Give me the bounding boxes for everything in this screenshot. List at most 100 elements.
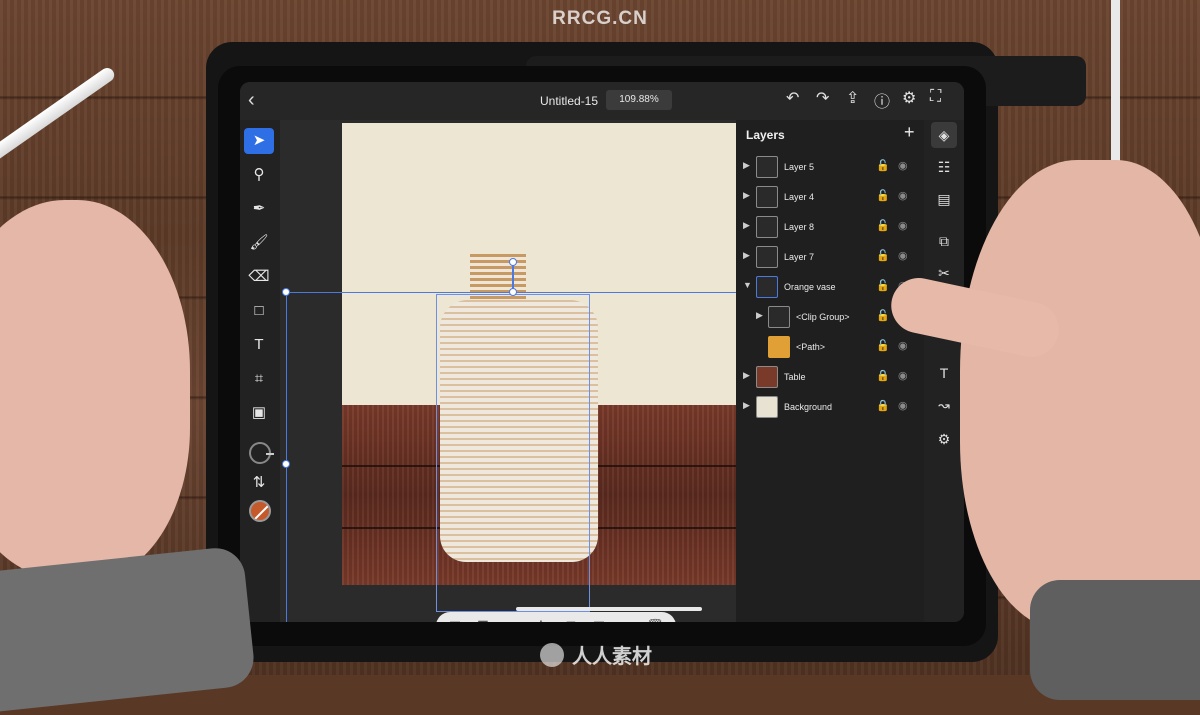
- add-layer-icon[interactable]: +: [904, 122, 915, 143]
- layer-row[interactable]: ▶ Layer 7 🔓 ◉: [736, 244, 924, 272]
- left-hand: [0, 200, 190, 580]
- arrange-icon[interactable]: ⧉: [931, 228, 957, 254]
- layer-thumbnail: [756, 366, 778, 388]
- minus-icon[interactable]: [249, 442, 274, 464]
- layer-row[interactable]: ▶ Background 🔒 ◉: [736, 394, 924, 422]
- handle-left[interactable]: [282, 460, 290, 468]
- handle-top-left[interactable]: [282, 288, 290, 296]
- unlock-icon[interactable]: 🔓: [876, 339, 890, 352]
- properties-icon[interactable]: ☷: [931, 154, 957, 180]
- layer-name: Background: [784, 402, 833, 412]
- gear-icon[interactable]: ⚙: [931, 426, 957, 452]
- swap-arrows-icon[interactable]: ⇅: [244, 470, 274, 496]
- undo-icon[interactable]: ↶: [786, 88, 799, 108]
- eye-icon[interactable]: ◉: [898, 369, 908, 382]
- delete-icon[interactable]: 🗑: [646, 617, 664, 622]
- chevron-right-icon[interactable]: ▶: [743, 400, 750, 411]
- crop-icon[interactable]: ⌗: [244, 366, 274, 392]
- home-indicator: [516, 607, 702, 611]
- stroke-icon[interactable]: ☰: [474, 617, 492, 622]
- chevron-right-icon[interactable]: ▶: [743, 370, 750, 381]
- lock-icon[interactable]: ⊡: [562, 617, 580, 622]
- document-title[interactable]: Untitled-15: [540, 94, 598, 108]
- chevron-down-icon[interactable]: ▼: [743, 280, 752, 290]
- lock-icon[interactable]: 🔒: [876, 399, 890, 412]
- layer-name: <Path>: [796, 342, 826, 352]
- eye-icon[interactable]: ◉: [898, 159, 908, 172]
- top-bar: ‹ Untitled-15 109.88% ↶ ↷ ⇪ ⓘ ⚙ ⛶: [240, 82, 964, 120]
- eye-icon[interactable]: ◉: [898, 189, 908, 202]
- layer-name: Table: [784, 372, 806, 382]
- chevron-left-icon[interactable]: ‹: [248, 89, 255, 112]
- layer-name: Layer 8: [784, 222, 815, 232]
- share-icon[interactable]: ⇪: [846, 88, 859, 108]
- eye-icon[interactable]: ◉: [898, 249, 908, 262]
- settings-icon[interactable]: ⚙: [902, 88, 916, 108]
- layer-thumbnail: [756, 246, 778, 268]
- layer-row[interactable]: ▶ Table 🔒 ◉: [736, 364, 924, 392]
- layer-row[interactable]: ▶ Layer 5 🔓 ◉: [736, 154, 924, 182]
- fill-stroke-swatch[interactable]: [249, 500, 271, 522]
- chevron-right-icon[interactable]: ▶: [743, 250, 750, 261]
- rotation-handle[interactable]: [509, 258, 517, 266]
- layer-name: Orange vase: [784, 282, 836, 292]
- chevron-right-icon[interactable]: ▶: [743, 190, 750, 201]
- lock-icon[interactable]: 🔒: [876, 369, 890, 382]
- layer-row[interactable]: ▶ Layer 8 🔓 ◉: [736, 214, 924, 242]
- unlock-icon[interactable]: 🔓: [876, 189, 890, 202]
- select-icon[interactable]: ➤: [244, 128, 274, 154]
- text-icon[interactable]: T: [244, 332, 274, 358]
- unlock-icon[interactable]: 🔓: [876, 249, 890, 262]
- clip-path-bounds: [436, 294, 590, 612]
- group-icon[interactable]: ▤: [590, 617, 608, 622]
- zoom-level[interactable]: 109.88%: [606, 90, 672, 110]
- pen-icon[interactable]: ✒: [244, 196, 274, 222]
- eye-icon[interactable]: ◉: [898, 339, 908, 352]
- unlock-icon[interactable]: 🔓: [876, 309, 890, 322]
- move-icon[interactable]: ✛: [532, 617, 550, 622]
- stack-icon[interactable]: ≋: [502, 617, 520, 622]
- unlock-icon[interactable]: 🔓: [876, 159, 890, 172]
- layer-thumbnail: [756, 156, 778, 178]
- layer-thumbnail: [756, 186, 778, 208]
- duplicate-icon[interactable]: ⧉: [618, 617, 636, 622]
- redo-icon[interactable]: ↷: [816, 88, 829, 108]
- chevron-right-icon[interactable]: ▶: [743, 160, 750, 171]
- brush-icon[interactable]: 🖌: [244, 230, 274, 256]
- layer-thumbnail: [768, 336, 790, 358]
- image-icon[interactable]: ▣: [244, 400, 274, 426]
- eye-icon[interactable]: ◉: [898, 399, 908, 412]
- watermark-bottom: 人人素材: [540, 640, 652, 669]
- type-icon[interactable]: T: [931, 360, 957, 386]
- layer-row[interactable]: ▶ Layer 4 🔓 ◉: [736, 184, 924, 212]
- unlock-icon[interactable]: 🔓: [876, 219, 890, 232]
- path-icon[interactable]: ↝: [931, 392, 957, 418]
- layers-icon[interactable]: ◈: [931, 122, 957, 148]
- right-rail: ◈ ☷ ▤ ⧉ ✂ T ↝ ⚙: [924, 120, 964, 622]
- chevron-right-icon[interactable]: ▶: [743, 220, 750, 231]
- chevron-right-icon[interactable]: ▶: [756, 310, 763, 321]
- direct-select-icon[interactable]: ⚲: [244, 162, 274, 188]
- right-hand: [960, 160, 1200, 630]
- layer-name: <Clip Group>: [796, 312, 850, 322]
- rectangle-icon[interactable]: □: [244, 298, 274, 324]
- fill-icon[interactable]: ▧: [446, 617, 464, 622]
- canvas-area[interactable]: ▧ ☰ ≋ ✛ ⊡ ▤ ⧉ 🗑: [280, 120, 780, 622]
- align-icon[interactable]: ▤: [931, 186, 957, 212]
- workspace-icon[interactable]: ⛶: [930, 88, 941, 106]
- left-sleeve: [0, 545, 257, 715]
- contextual-action-bar: ▧ ☰ ≋ ✛ ⊡ ▤ ⧉ 🗑: [436, 612, 676, 622]
- unlock-icon[interactable]: 🔓: [876, 279, 890, 292]
- right-sleeve: [1030, 580, 1200, 700]
- watermark-bottom-text: 人人素材: [572, 646, 652, 668]
- eye-icon[interactable]: ◉: [898, 219, 908, 232]
- layer-name: Layer 4: [784, 192, 815, 202]
- layers-panel: Layers + ▶ Layer 5 🔓 ◉ ▶ Layer 4 🔓 ◉ ▶ L…: [736, 120, 924, 622]
- help-icon[interactable]: ⓘ: [874, 88, 890, 112]
- eraser-icon[interactable]: ⌫: [244, 264, 274, 290]
- handle-top[interactable]: [509, 288, 517, 296]
- layer-thumbnail: [756, 216, 778, 238]
- layer-row[interactable]: <Path> 🔓 ◉: [736, 334, 924, 362]
- layer-name: Layer 5: [784, 162, 815, 172]
- watermark-logo-icon: [540, 642, 564, 667]
